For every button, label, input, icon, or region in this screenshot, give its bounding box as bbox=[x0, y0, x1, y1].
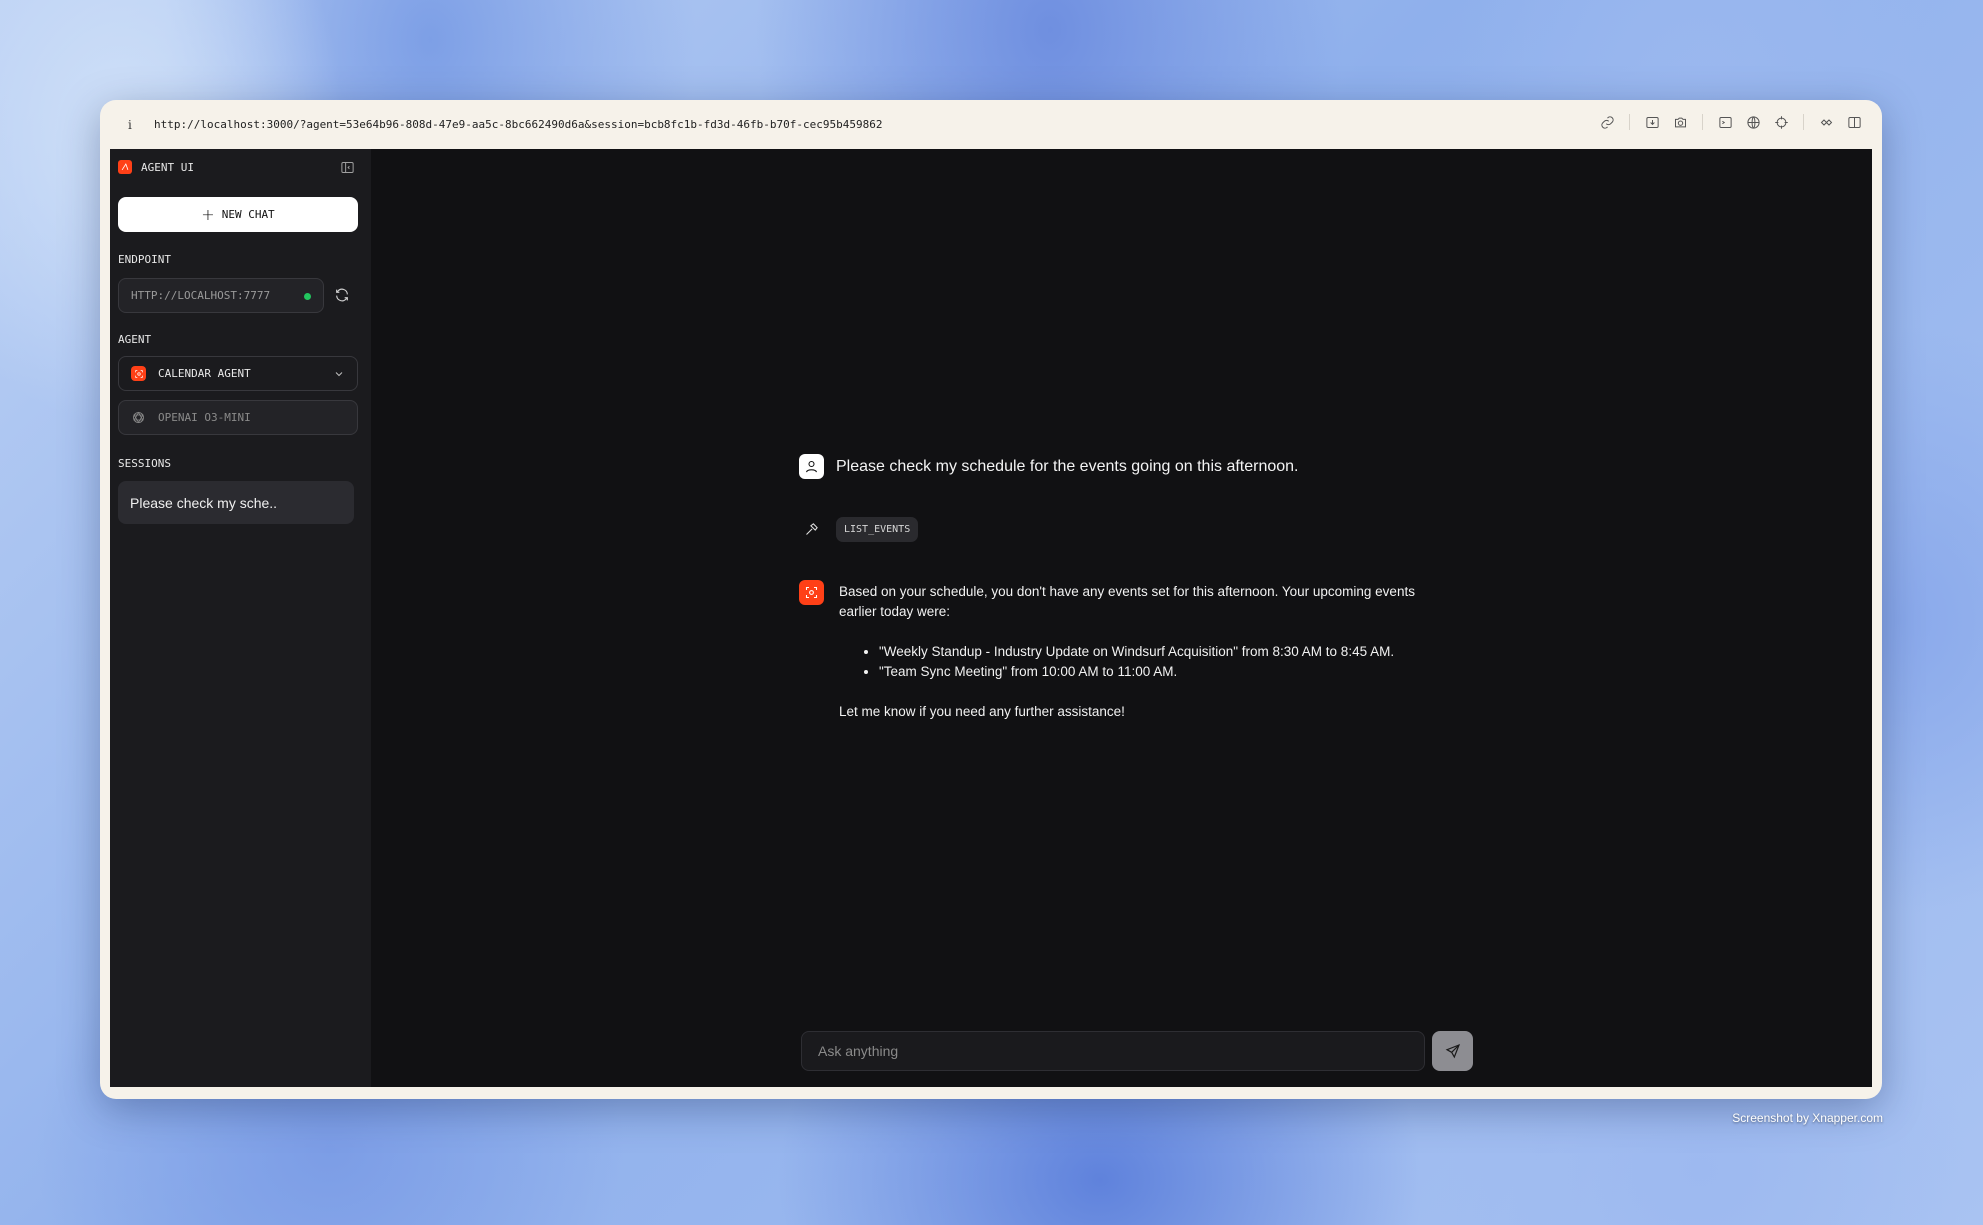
user-avatar-icon bbox=[799, 454, 824, 479]
crosshair-icon[interactable] bbox=[1773, 114, 1789, 130]
send-icon bbox=[1445, 1043, 1460, 1059]
globe-icon[interactable] bbox=[1745, 114, 1761, 130]
chevron-down-icon bbox=[333, 368, 345, 383]
agent-message-intro: Based on your schedule, you don't have a… bbox=[839, 584, 1415, 619]
sidebar: AGENT UI + NEW CHAT ENDPOINT HTTP://LOCA… bbox=[110, 149, 371, 1087]
event-list: "Weekly Standup - Industry Update on Win… bbox=[879, 642, 1439, 682]
tool-call: LIST_EVENTS bbox=[799, 517, 919, 542]
user-message-text: Please check my schedule for the events … bbox=[836, 457, 1299, 475]
extension-icon[interactable] bbox=[1818, 114, 1834, 130]
link-icon[interactable] bbox=[1599, 114, 1615, 130]
hammer-icon bbox=[799, 517, 824, 542]
agent-message-body: Based on your schedule, you don't have a… bbox=[839, 580, 1439, 722]
agent-ui-app: AGENT UI + NEW CHAT ENDPOINT HTTP://LOCA… bbox=[110, 149, 1872, 1087]
brand-title: AGENT UI bbox=[141, 160, 194, 174]
toolbar-divider bbox=[1803, 114, 1804, 130]
agent-select[interactable]: CALENDAR AGENT bbox=[118, 356, 358, 391]
session-title: Please check my sche.. bbox=[130, 494, 278, 511]
calendar-agent-icon bbox=[131, 366, 146, 381]
send-button[interactable] bbox=[1432, 1031, 1473, 1071]
brand: AGENT UI bbox=[118, 160, 194, 174]
camera-icon[interactable] bbox=[1672, 114, 1688, 130]
refresh-icon[interactable] bbox=[334, 287, 352, 305]
info-icon[interactable]: i bbox=[128, 118, 138, 132]
endpoint-value: HTTP://LOCALHOST:7777 bbox=[131, 289, 271, 302]
address-bar[interactable]: i http://localhost:3000/?agent=53e64b96-… bbox=[100, 100, 1882, 149]
url-text[interactable]: http://localhost:3000/?agent=53e64b96-80… bbox=[154, 118, 882, 131]
toolbar-divider bbox=[1702, 114, 1703, 130]
new-chat-label: NEW CHAT bbox=[221, 208, 275, 221]
agent-avatar-icon bbox=[799, 580, 824, 605]
openai-icon bbox=[131, 410, 146, 425]
session-item[interactable]: Please check my sche.. bbox=[118, 481, 354, 524]
collapse-sidebar-icon[interactable] bbox=[340, 160, 356, 176]
list-item: "Weekly Standup - Industry Update on Win… bbox=[879, 642, 1439, 662]
browser-toolbar bbox=[1587, 114, 1862, 130]
watermark-text: Screenshot by Xnapper.com bbox=[1732, 1111, 1883, 1125]
endpoint-field[interactable]: HTTP://LOCALHOST:7777 bbox=[118, 278, 324, 313]
model-field: OPENAI O3-MINI bbox=[118, 400, 358, 435]
tool-call-chip[interactable]: LIST_EVENTS bbox=[836, 517, 919, 542]
model-value: OPENAI O3-MINI bbox=[158, 411, 251, 424]
user-message: Please check my schedule for the events … bbox=[799, 454, 1299, 479]
composer bbox=[801, 1031, 1473, 1071]
agent-select-value: CALENDAR AGENT bbox=[158, 367, 251, 380]
chat-area: Please check my schedule for the events … bbox=[371, 149, 1872, 1087]
endpoint-label: ENDPOINT bbox=[118, 253, 171, 266]
browser-window: i http://localhost:3000/?agent=53e64b96-… bbox=[100, 100, 1882, 1099]
agent-label: AGENT bbox=[118, 333, 152, 346]
connection-status-dot bbox=[304, 293, 311, 300]
agent-message: Based on your schedule, you don't have a… bbox=[799, 580, 1439, 722]
chat-input[interactable] bbox=[801, 1031, 1425, 1071]
list-item: "Team Sync Meeting" from 10:00 AM to 11:… bbox=[879, 662, 1439, 682]
toolbar-divider bbox=[1629, 114, 1630, 130]
download-icon[interactable] bbox=[1644, 114, 1660, 130]
terminal-icon[interactable] bbox=[1717, 114, 1733, 130]
new-chat-button[interactable]: + NEW CHAT bbox=[118, 197, 358, 232]
agent-message-closing: Let me know if you need any further assi… bbox=[839, 704, 1125, 719]
sessions-label: SESSIONS bbox=[118, 457, 171, 470]
plus-icon: + bbox=[201, 205, 215, 224]
split-view-icon[interactable] bbox=[1846, 114, 1862, 130]
agno-logo-icon bbox=[118, 160, 132, 174]
